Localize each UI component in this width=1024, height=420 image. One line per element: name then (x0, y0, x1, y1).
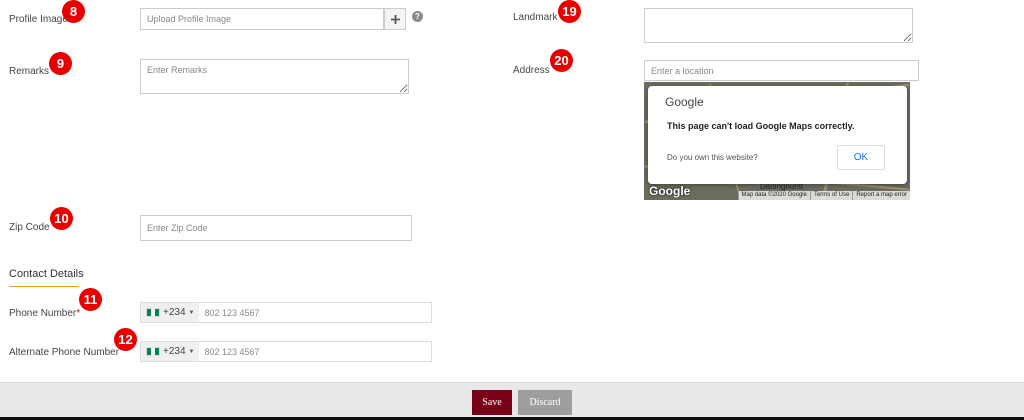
plus-icon (390, 14, 400, 24)
phone-number-field[interactable]: +234 ▼ 802 123 4567 (140, 302, 432, 323)
discard-button[interactable]: Discard (518, 390, 572, 415)
nigeria-flag-icon (146, 347, 160, 356)
phone-number-input[interactable]: 802 123 4567 (199, 308, 259, 318)
upload-plus-button[interactable] (384, 8, 406, 30)
caret-down-icon: ▼ (188, 348, 195, 355)
contact-details-heading: Contact Details (9, 268, 84, 280)
alt-country-dial-selector[interactable]: +234 ▼ (141, 342, 200, 361)
step-badge-19: 19 (558, 0, 581, 23)
profile-image-label: Profile Image (9, 14, 68, 25)
address-input[interactable] (644, 60, 919, 81)
own-website-prompt[interactable]: Do you own this website? (667, 153, 758, 162)
step-badge-8: 8 (62, 0, 85, 23)
landmark-textarea[interactable] (644, 8, 913, 43)
help-icon[interactable]: ? (412, 11, 423, 22)
caret-down-icon: ▼ (188, 309, 195, 316)
required-mark: * (76, 308, 81, 319)
phone-number-label: Phone Number* (9, 308, 80, 319)
nigeria-flag-icon (146, 308, 160, 317)
country-dial-selector[interactable]: +234 ▼ (141, 303, 200, 322)
step-badge-20: 20 (550, 49, 573, 72)
section-divider (9, 286, 79, 287)
alt-phone-number-label: Alternate Phone Number (9, 347, 120, 358)
map-error-dialog: Google This page can't load Google Maps … (648, 86, 907, 184)
zip-code-label: Zip Code (9, 222, 50, 233)
step-badge-11: 11 (79, 288, 102, 311)
google-brand: Google (665, 95, 704, 109)
action-bar (0, 382, 1024, 420)
phone-number-label-text: Phone Number (9, 308, 77, 319)
map-error-message: This page can't load Google Maps correct… (667, 121, 855, 131)
alt-phone-number-field[interactable]: +234 ▼ 802 123 4567 (140, 341, 432, 362)
address-label: Address (513, 65, 550, 76)
step-badge-9: 9 (49, 52, 72, 75)
remarks-textarea[interactable] (140, 59, 409, 94)
map-data-credit: Map data ©2020 Google (737, 191, 810, 200)
map-footer: Map data ©2020 Google Terms of Use Repor… (644, 191, 910, 200)
save-button[interactable]: Save (472, 390, 512, 415)
alt-phone-number-input[interactable]: 802 123 4567 (199, 347, 259, 357)
remarks-label: Remarks (9, 66, 50, 77)
zip-code-input[interactable] (140, 215, 412, 241)
step-badge-10: 10 (50, 207, 73, 230)
profile-image-input[interactable] (140, 8, 384, 30)
terms-of-use-link[interactable]: Terms of Use (809, 191, 853, 200)
map-ok-button[interactable]: OK (837, 145, 885, 170)
report-map-error-link[interactable]: Report a map error (852, 191, 910, 200)
dial-code: +234 (163, 307, 186, 318)
alt-dial-code: +234 (163, 346, 186, 357)
step-badge-12: 12 (114, 328, 137, 351)
landmark-label: Landmark (513, 12, 558, 23)
